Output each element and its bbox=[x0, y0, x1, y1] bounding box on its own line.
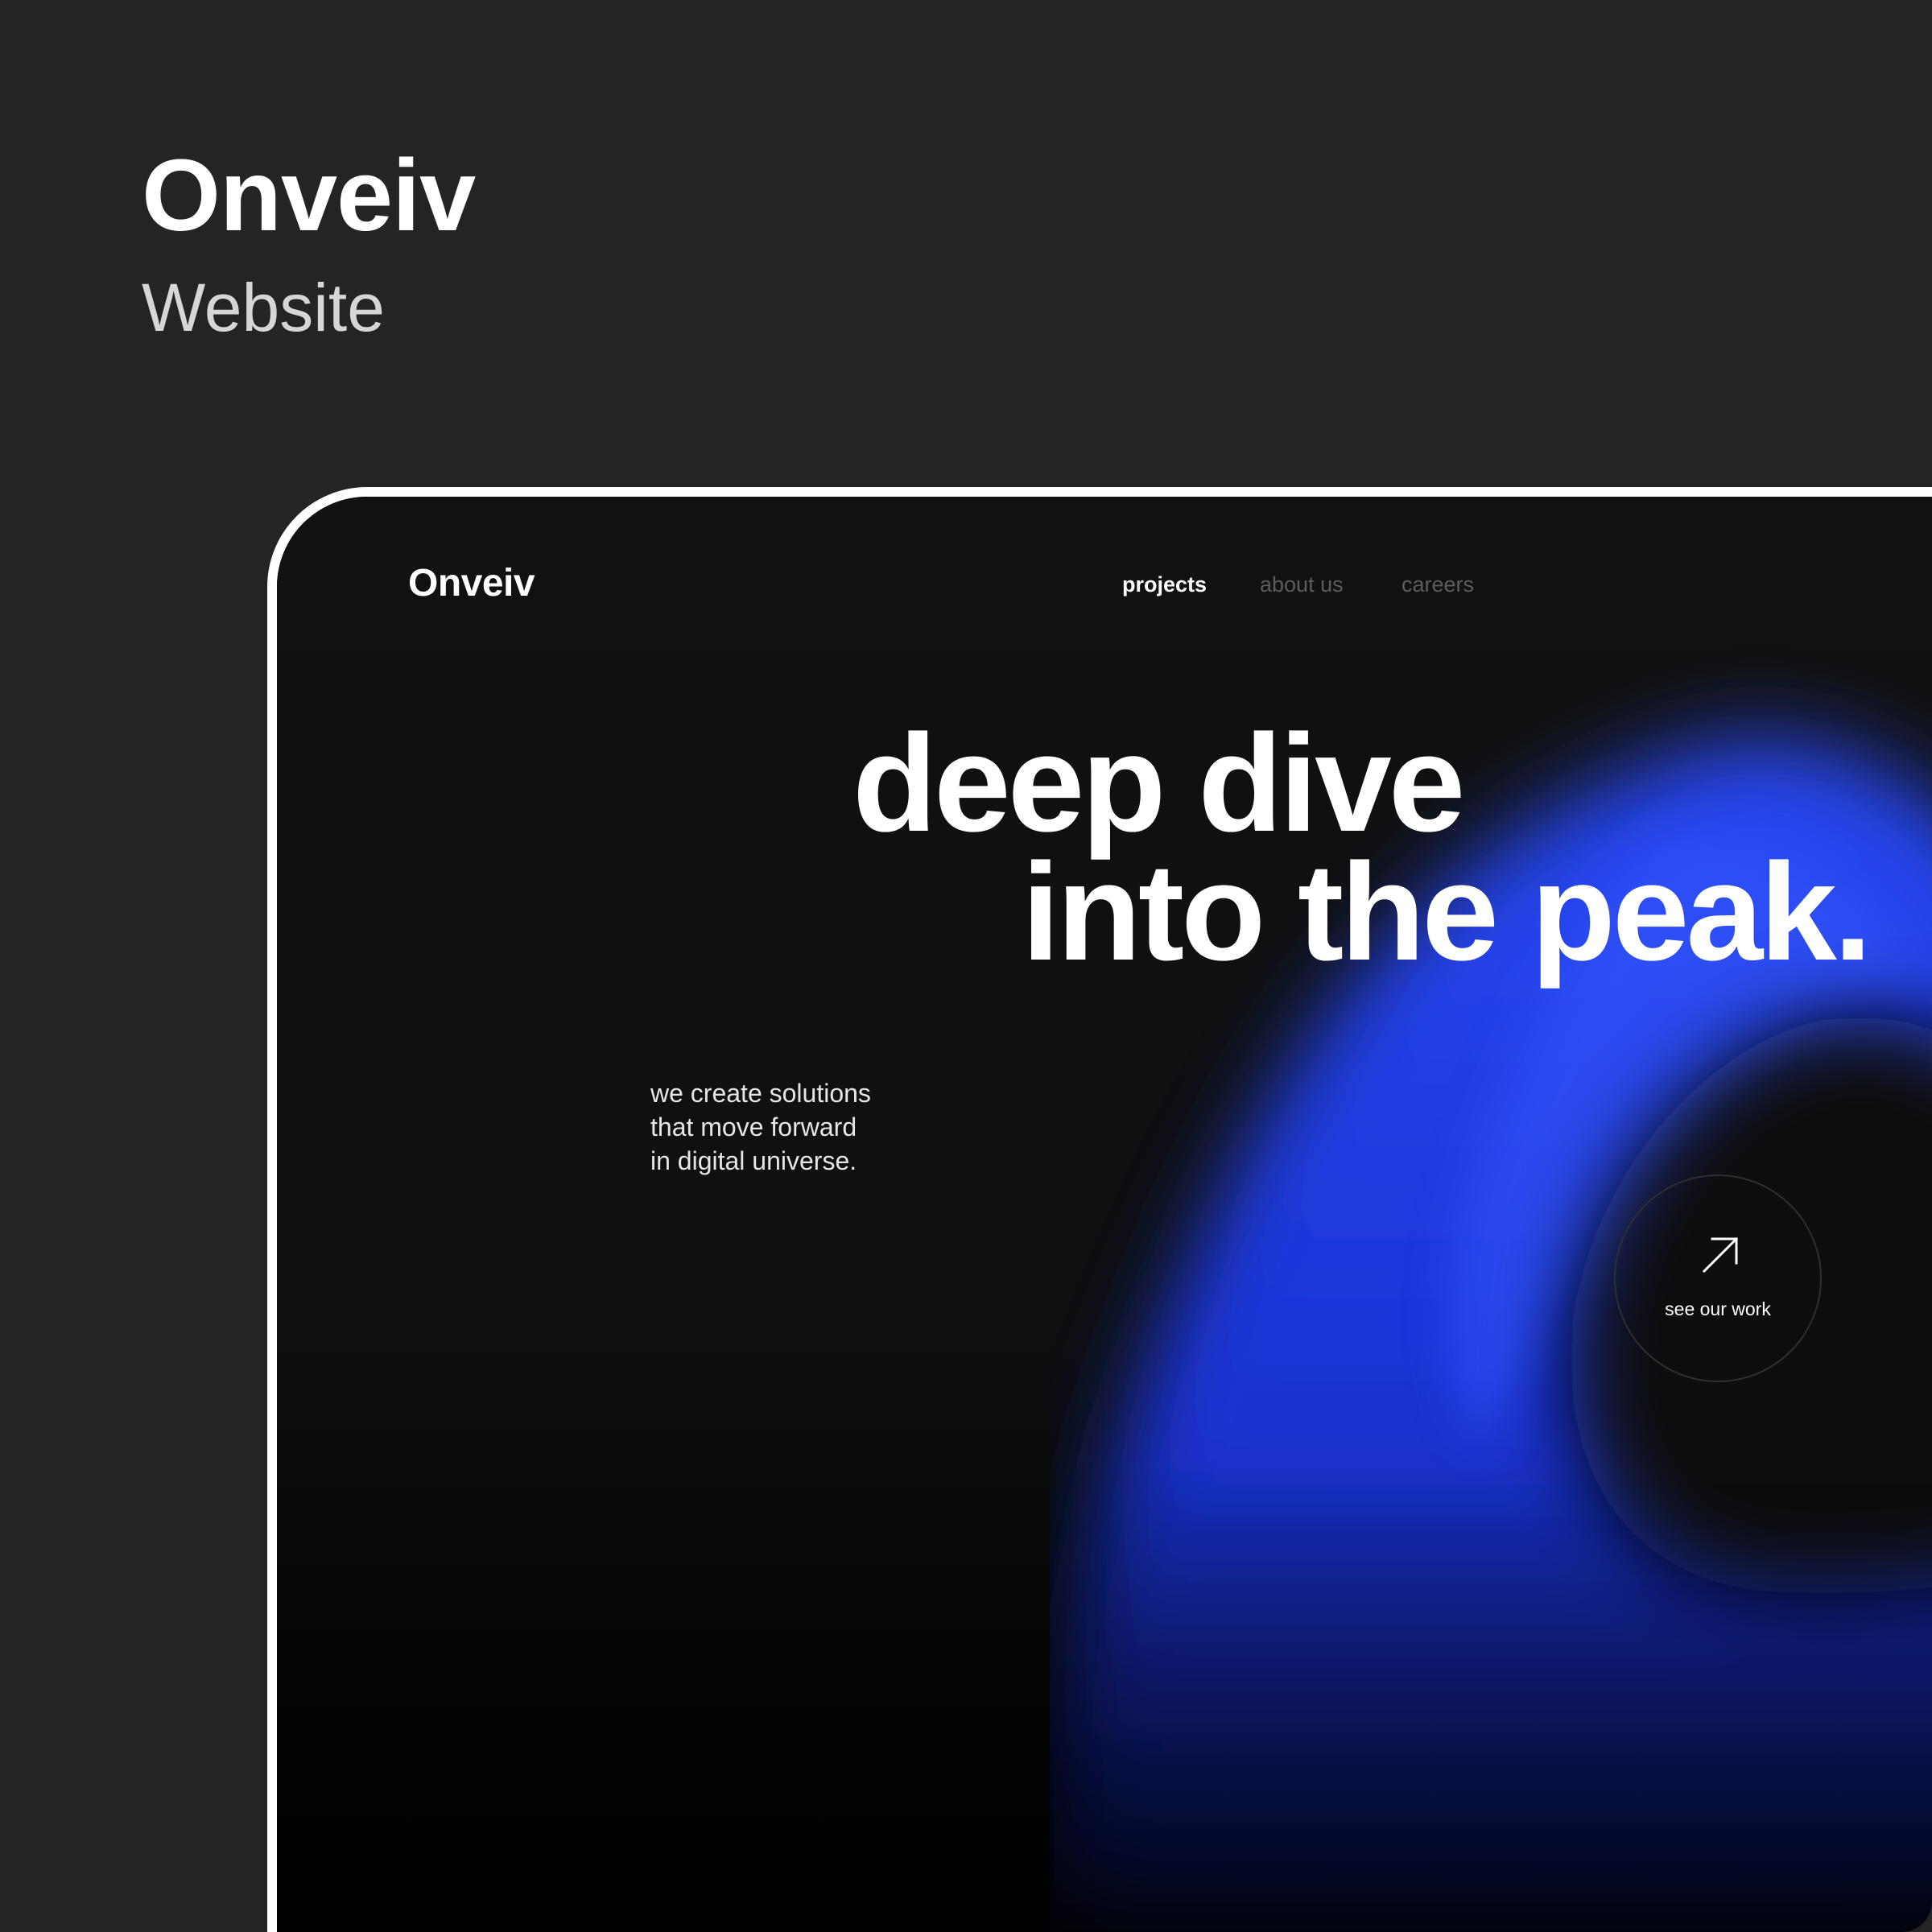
tagline-line: we create solutions bbox=[650, 1079, 871, 1108]
presentation-card: Onveiv Website Onveiv projects about us … bbox=[0, 0, 1932, 1932]
see-our-work-label: see our work bbox=[1665, 1298, 1771, 1319]
tagline-line: that move forward bbox=[650, 1113, 857, 1141]
see-our-work-button[interactable]: see our work bbox=[1614, 1174, 1822, 1382]
cover-title: Onveiv bbox=[142, 138, 476, 252]
arrow-up-right-icon bbox=[1702, 1236, 1739, 1274]
hero-headline-line-1: deep dive bbox=[852, 706, 1465, 861]
hero-tagline: we create solutions that move forward in… bbox=[650, 1076, 871, 1178]
hero-headline-line-2: into the peak. bbox=[1022, 835, 1872, 989]
tagline-line: in digital universe. bbox=[650, 1146, 857, 1175]
nav-link-careers[interactable]: careers bbox=[1402, 574, 1474, 596]
cover-subtitle: Website bbox=[142, 270, 385, 345]
website-screen: Onveiv projects about us careers deep di… bbox=[277, 497, 1932, 1932]
bottom-shadow bbox=[277, 1463, 1932, 1932]
nav-link-about-us[interactable]: about us bbox=[1260, 574, 1344, 596]
device-frame: Onveiv projects about us careers deep di… bbox=[267, 487, 1932, 1932]
nav-link-projects[interactable]: projects bbox=[1122, 574, 1207, 596]
site-logo[interactable]: Onveiv bbox=[408, 564, 535, 603]
